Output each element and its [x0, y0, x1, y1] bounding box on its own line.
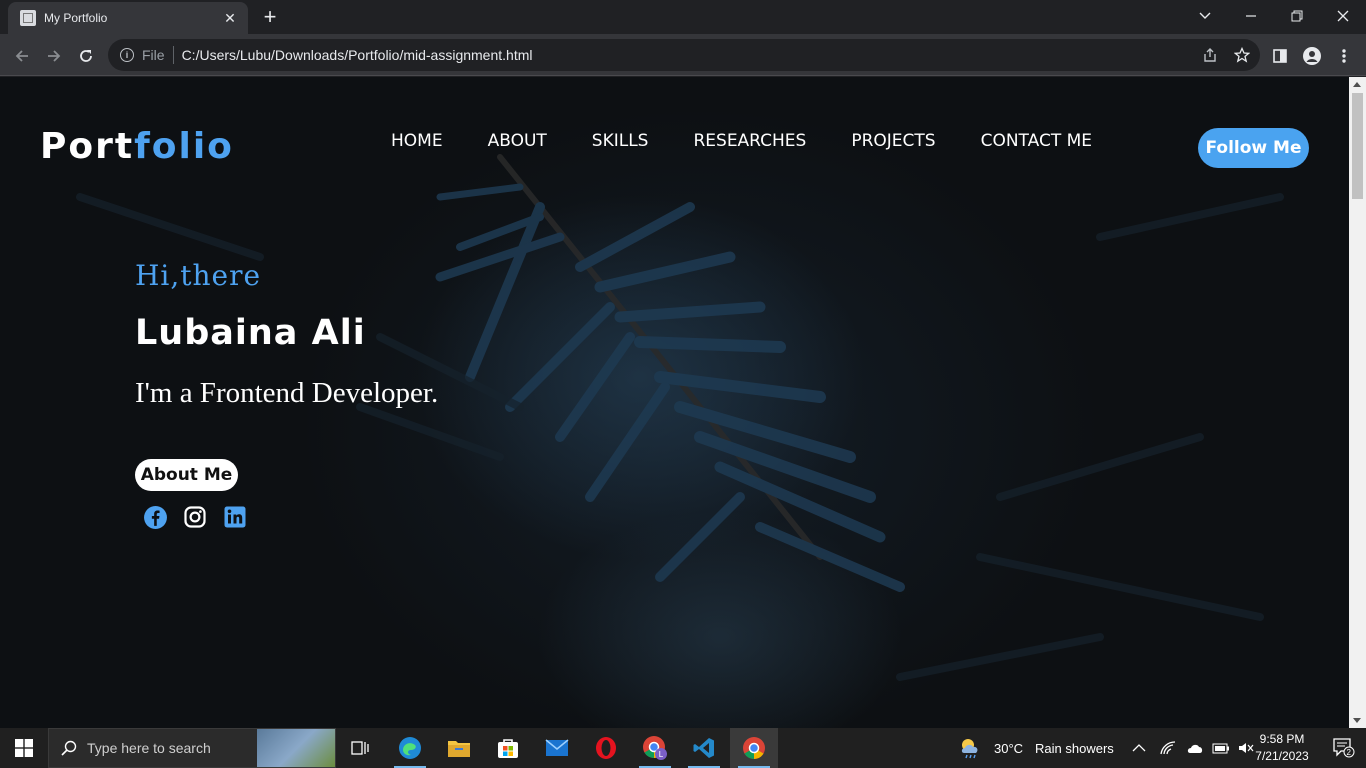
tab-title: My Portfolio	[44, 11, 108, 25]
system-tray	[1132, 728, 1254, 768]
social-links	[142, 504, 248, 530]
minimize-icon	[1246, 15, 1256, 17]
info-icon[interactable]: i	[120, 48, 134, 62]
windows-logo-icon	[15, 739, 33, 757]
nav-contact-me[interactable]: CONTACT ME	[981, 131, 1092, 151]
chrome-app[interactable]	[730, 728, 778, 768]
notification-center-button[interactable]: 2	[1322, 728, 1366, 768]
start-button[interactable]	[0, 728, 48, 768]
share-icon[interactable]	[1200, 45, 1220, 65]
profile-button[interactable]	[1299, 43, 1325, 69]
tab-close-button[interactable]: ✕	[222, 10, 238, 27]
windows-taskbar: Type here to search L 30°C Rain showers	[0, 728, 1366, 768]
scrollbar-thumb[interactable]	[1352, 93, 1363, 199]
chevron-down-icon	[1199, 12, 1211, 19]
follow-me-button[interactable]: Follow Me	[1198, 128, 1309, 168]
clock-time: 9:58 PM	[1259, 732, 1305, 746]
opera-app[interactable]	[582, 728, 630, 768]
chrome-profile-icon: L	[643, 736, 667, 760]
mail-app[interactable]	[533, 728, 581, 768]
edge-app[interactable]	[386, 728, 434, 768]
minimize-button[interactable]	[1228, 0, 1274, 32]
search-icon	[61, 740, 77, 756]
search-placeholder: Type here to search	[87, 740, 211, 756]
taskbar-clock[interactable]: 9:58 PM 7/21/2023	[1252, 731, 1312, 765]
logo-part-2: folio	[134, 126, 234, 167]
scroll-up-arrow-icon[interactable]	[1353, 82, 1361, 87]
task-view-button[interactable]	[336, 728, 384, 768]
menu-button[interactable]	[1331, 43, 1357, 69]
edge-icon	[399, 737, 421, 759]
bookmark-star-icon[interactable]	[1232, 45, 1252, 65]
close-icon	[1337, 10, 1349, 22]
site-logo[interactable]: Portfolio	[40, 126, 234, 167]
linkedin-icon[interactable]	[222, 504, 248, 530]
notification-icon: 2	[1333, 738, 1355, 758]
restore-button[interactable]	[1274, 0, 1320, 32]
restore-icon	[1291, 10, 1303, 22]
nav-researches[interactable]: RESEARCHES	[693, 131, 806, 151]
reload-button[interactable]	[73, 43, 99, 69]
logo-part-1: Port	[40, 126, 135, 167]
nav-projects[interactable]: PROJECTS	[851, 131, 935, 151]
weather-desc: Rain showers	[1035, 740, 1114, 756]
wifi-icon[interactable]	[1160, 741, 1178, 755]
omnibox-url[interactable]: C:/Users/Lubu/Downloads/Portfolio/mid-as…	[182, 47, 533, 63]
page-scrollbar[interactable]	[1349, 77, 1366, 728]
tab-search-button[interactable]	[1182, 0, 1228, 32]
arrow-right-icon	[48, 50, 61, 62]
svg-text:L: L	[659, 750, 664, 759]
instagram-icon[interactable]	[182, 504, 208, 530]
vscode-app[interactable]	[680, 728, 728, 768]
reload-icon	[80, 50, 92, 62]
store-app[interactable]	[484, 728, 532, 768]
more-vert-icon	[1342, 49, 1346, 63]
close-window-button[interactable]	[1320, 0, 1366, 32]
nav-skills[interactable]: SKILLS	[592, 131, 649, 151]
new-tab-button[interactable]: +	[258, 5, 282, 29]
task-view-icon	[351, 741, 369, 755]
rain-cloud-icon	[961, 739, 978, 759]
side-panel-icon	[1273, 49, 1287, 63]
page-favicon-icon	[20, 10, 36, 26]
folder-icon	[448, 741, 470, 757]
notification-count: 2	[1347, 748, 1352, 757]
vscode-icon	[693, 738, 714, 758]
taskbar-search-box[interactable]: Type here to search	[48, 728, 336, 768]
file-explorer-app[interactable]	[435, 728, 483, 768]
scroll-down-arrow-icon[interactable]	[1353, 718, 1361, 723]
browser-tab[interactable]: My Portfolio ✕	[8, 2, 248, 34]
about-me-button[interactable]: About Me	[135, 459, 238, 491]
address-bar[interactable]: i File C:/Users/Lubu/Downloads/Portfolio…	[108, 39, 1260, 71]
back-button[interactable]	[9, 43, 35, 69]
nav-home[interactable]: HOME	[391, 131, 443, 151]
facebook-icon[interactable]	[142, 504, 168, 530]
hero-name: Lubaina Ali	[135, 313, 366, 353]
onedrive-cloud-icon[interactable]	[1186, 742, 1204, 754]
weather-temp: 30°C	[994, 740, 1024, 756]
arrow-left-icon	[15, 50, 28, 62]
hero-greeting: Hi,there	[135, 259, 262, 292]
chevron-up-icon[interactable]	[1132, 743, 1146, 753]
browser-toolbar: i File C:/Users/Lubu/Downloads/Portfolio…	[0, 34, 1366, 76]
store-icon	[498, 739, 518, 758]
battery-icon[interactable]	[1212, 742, 1230, 754]
site-nav: HOME ABOUT SKILLS RESEARCHES PROJECTS CO…	[391, 131, 1137, 151]
omnibox-divider	[172, 46, 174, 64]
search-highlight-image	[257, 729, 335, 767]
opera-icon	[596, 737, 616, 759]
omnibox-scheme: File	[142, 47, 165, 63]
side-panel-button[interactable]	[1267, 43, 1293, 69]
hero-role: I'm a Frontend Developer.	[135, 377, 439, 409]
nav-about[interactable]: ABOUT	[488, 131, 547, 151]
chrome-icon	[743, 737, 765, 759]
tab-strip: My Portfolio ✕ +	[0, 0, 1366, 34]
profile-icon	[1303, 47, 1321, 65]
page-viewport: Portfolio HOME ABOUT SKILLS RESEARCHES P…	[0, 77, 1349, 728]
chrome-profile-app[interactable]: L	[631, 728, 679, 768]
forward-button[interactable]	[41, 43, 67, 69]
weather-widget[interactable]: 30°C Rain showers	[958, 728, 1114, 768]
clock-date: 7/21/2023	[1255, 749, 1309, 763]
mail-icon	[545, 739, 569, 756]
